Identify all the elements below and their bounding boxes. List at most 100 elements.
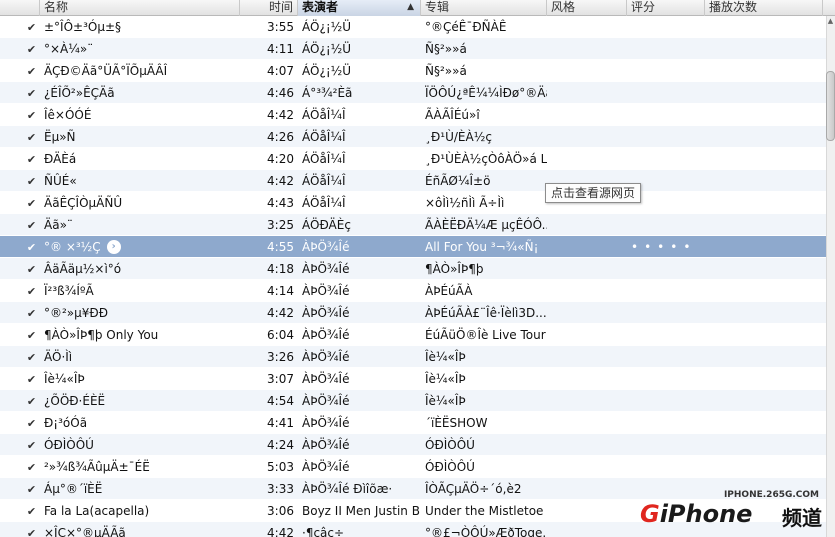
track-row[interactable]: ✔ °® ×³½Ç › 4:55 ÀÞÖ¾Îé All For You ³¬¾«Ñ¡ •••… (0, 236, 835, 258)
track-row[interactable]: ✔ ¿ÕÖÐ·ÉÈË 4:54 ÀÞÖ¾Îé Îè¼«ÎÞ (0, 390, 835, 412)
track-checkbox[interactable]: ✔ (0, 82, 40, 104)
track-artist: ÀÞÖ¾Îé (302, 239, 350, 254)
column-header-checkbox[interactable] (0, 0, 40, 16)
track-rating[interactable] (627, 346, 705, 368)
track-rating[interactable] (627, 258, 705, 280)
track-row[interactable]: ✔ ²»¾ß¾ÃûµÄ±¯ÉË 5:03 ÀÞÖ¾Îé ÓÐÌÒÔÚ (0, 456, 835, 478)
track-rating[interactable] (627, 456, 705, 478)
track-checkbox[interactable]: ✔ (0, 60, 40, 82)
track-checkbox[interactable]: ✔ (0, 236, 40, 258)
checkmark-icon: ✔ (26, 108, 37, 122)
track-album: Ñ§²»»á (425, 41, 467, 56)
track-checkbox[interactable]: ✔ (0, 280, 40, 302)
track-rating[interactable] (627, 280, 705, 302)
track-checkbox[interactable]: ✔ (0, 258, 40, 280)
track-row[interactable]: ✔ ÓÐÌÒÔÚ 4:24 ÀÞÖ¾Îé ÓÐÌÒÔÚ (0, 434, 835, 456)
column-header-rating[interactable]: 评分 (627, 0, 705, 16)
track-row[interactable]: ✔ ÄÖ·Ìì 3:26 ÀÞÖ¾Îé Îè¼«ÎÞ (0, 346, 835, 368)
column-header-time[interactable]: 时间 (240, 0, 298, 16)
vertical-scrollbar[interactable]: ▲ (826, 16, 835, 537)
column-header-artist[interactable]: 表演者 ▲ (298, 0, 421, 16)
track-time: 4:07 (267, 63, 294, 78)
track-rating[interactable]: ••••• (627, 236, 705, 258)
track-artist: ÀÞÖ¾Îé (302, 327, 350, 342)
rating-dots-icon[interactable]: ••••• (631, 240, 696, 254)
track-row[interactable]: ✔ ¿ÉÎÕ²»ÊÇÄã 4:46 Á°³¾²Èã ÏÖÔÚ¿ªÊ¼¼ÌÐø°®Äã(.… (0, 82, 835, 104)
track-time: 5:03 (267, 459, 294, 474)
track-checkbox[interactable]: ✔ (0, 390, 40, 412)
track-rating[interactable] (627, 214, 705, 236)
track-rating[interactable] (627, 412, 705, 434)
track-row[interactable]: ✔ Îê×ÓÓÉ 4:42 ÁÖåÎ¼Î ÃÀÃÎÉú»î (0, 104, 835, 126)
column-header-name[interactable]: 名称 (40, 0, 240, 16)
track-name: °×À¼»¨ (40, 38, 240, 60)
track-row[interactable]: ✔ Äã»¨ 3:25 ÁÖÐÄÈç ÃÀÈËÐÄ¼Æ µçÊÓÔ... (0, 214, 835, 236)
track-plays (705, 60, 823, 82)
site-watermark: IPHONE.265G.COM GiPhone 频道 (640, 490, 835, 537)
track-row[interactable]: ✔ Ï²³ß¾ÍºÃ 4:14 ÀÞÖ¾Îé ÀÞÉúÃÀ (0, 280, 835, 302)
track-album: ÓÐÌÒÔÚ (425, 459, 475, 474)
track-rating[interactable] (627, 104, 705, 126)
track-checkbox[interactable]: ✔ (0, 148, 40, 170)
track-checkbox[interactable]: ✔ (0, 38, 40, 60)
track-row[interactable]: ✔ ÂäÃäµ½×ì°ó 4:18 ÀÞÖ¾Îé ¶ÀÒ»ÎÞ¶þ (0, 258, 835, 280)
track-row[interactable]: ✔ ÑÛÉ« 4:42 ÁÖåÎ¼Î ÉñÃØ¼Î±ö (0, 170, 835, 192)
column-header-genre[interactable]: 风格 (547, 0, 627, 16)
track-row[interactable]: ✔ Ð¡³óÓã 4:41 ÀÞÖ¾Îé ´ïÈËSHOW (0, 412, 835, 434)
track-rating[interactable] (627, 16, 705, 38)
track-artist: ÀÞÖ¾Îé (302, 393, 350, 408)
track-row[interactable]: ✔ Îè¼«ÎÞ 3:07 ÀÞÖ¾Îé Îè¼«ÎÞ (0, 368, 835, 390)
track-row[interactable]: ✔ ÄÇÐ©Äã°ÜÃ°ÏÕµÄÂÎ 4:07 ÁÖ¿¡½Ü Ñ§²»»á (0, 60, 835, 82)
track-checkbox[interactable]: ✔ (0, 500, 40, 522)
track-list: ✔ ±°ÎÔ±³Óµ±§ 3:55 ÁÖ¿¡½Ü °®ÇéÊ¯ÐÑÀÊ ✔ °×À¼»¨ 4:… (0, 16, 835, 537)
track-row[interactable]: ✔ ÄãÊÇÎÒµÄÑÛ 4:43 ÁÖåÎ¼Î ×ôÌì½ñÌì Ã÷Ìì (0, 192, 835, 214)
track-row[interactable]: ✔ ±°ÎÔ±³Óµ±§ 3:55 ÁÖ¿¡½Ü °®ÇéÊ¯ÐÑÀÊ (0, 16, 835, 38)
track-row[interactable]: ✔ ¶ÀÒ»ÎÞ¶þ Only You 6:04 ÀÞÖ¾Îé ÉúÃüÖ®Îè Liv… (0, 324, 835, 346)
track-name: ÂäÃäµ½×ì°ó (40, 258, 240, 280)
track-checkbox[interactable]: ✔ (0, 104, 40, 126)
track-row[interactable]: ✔ °®²»µ¥ÐÐ 4:42 ÀÞÖ¾Îé ÀÞÉúÃÀ£¨Îê·Ïèlì3D... (0, 302, 835, 324)
track-plays (705, 38, 823, 60)
track-time: 4:55 (267, 239, 294, 254)
track-checkbox[interactable]: ✔ (0, 368, 40, 390)
scrollbar-thumb[interactable] (826, 71, 835, 141)
track-time: 4:11 (267, 41, 294, 56)
track-checkbox[interactable]: ✔ (0, 170, 40, 192)
go-to-store-arrow-icon[interactable]: › (106, 240, 121, 254)
column-header-plays[interactable]: 播放次数 (705, 0, 823, 16)
scroll-up-arrow-icon[interactable]: ▲ (826, 16, 835, 26)
track-rating[interactable] (627, 302, 705, 324)
track-checkbox[interactable]: ✔ (0, 434, 40, 456)
track-rating[interactable] (627, 126, 705, 148)
track-checkbox[interactable]: ✔ (0, 126, 40, 148)
track-rating[interactable] (627, 38, 705, 60)
track-row[interactable]: ✔ Ëµ»Ñ 4:26 ÁÖåÎ¼Î ¸Ð¹Ù/ÈÀ½ç (0, 126, 835, 148)
track-rating[interactable] (627, 148, 705, 170)
track-row[interactable]: ✔ ÐÄÈá 4:20 ÁÖåÎ¼Î ¸Ð¹ÙÈÀ½çÒôÀÖ»á L... (0, 148, 835, 170)
track-rating[interactable] (627, 368, 705, 390)
track-checkbox[interactable]: ✔ (0, 412, 40, 434)
track-checkbox[interactable]: ✔ (0, 214, 40, 236)
track-time: 4:18 (267, 261, 294, 276)
track-checkbox[interactable]: ✔ (0, 192, 40, 214)
track-rating[interactable] (627, 324, 705, 346)
track-rating[interactable] (627, 390, 705, 412)
track-name-text: ÐÄÈá (44, 151, 77, 166)
track-checkbox[interactable]: ✔ (0, 16, 40, 38)
track-rating[interactable] (627, 60, 705, 82)
track-rating[interactable] (627, 434, 705, 456)
track-time: 4:14 (267, 283, 294, 298)
checkmark-icon: ✔ (26, 218, 37, 232)
track-checkbox[interactable]: ✔ (0, 346, 40, 368)
track-row[interactable]: ✔ °×À¼»¨ 4:11 ÁÖ¿¡½Ü Ñ§²»»á (0, 38, 835, 60)
track-checkbox[interactable]: ✔ (0, 522, 40, 537)
track-checkbox[interactable]: ✔ (0, 478, 40, 500)
track-name: Ð¡³óÓã (40, 412, 240, 434)
track-checkbox[interactable]: ✔ (0, 456, 40, 478)
track-rating[interactable] (627, 82, 705, 104)
track-plays (705, 236, 823, 258)
track-checkbox[interactable]: ✔ (0, 302, 40, 324)
column-header-album[interactable]: 专辑 (421, 0, 547, 16)
track-time: 4:26 (267, 129, 294, 144)
track-checkbox[interactable]: ✔ (0, 324, 40, 346)
